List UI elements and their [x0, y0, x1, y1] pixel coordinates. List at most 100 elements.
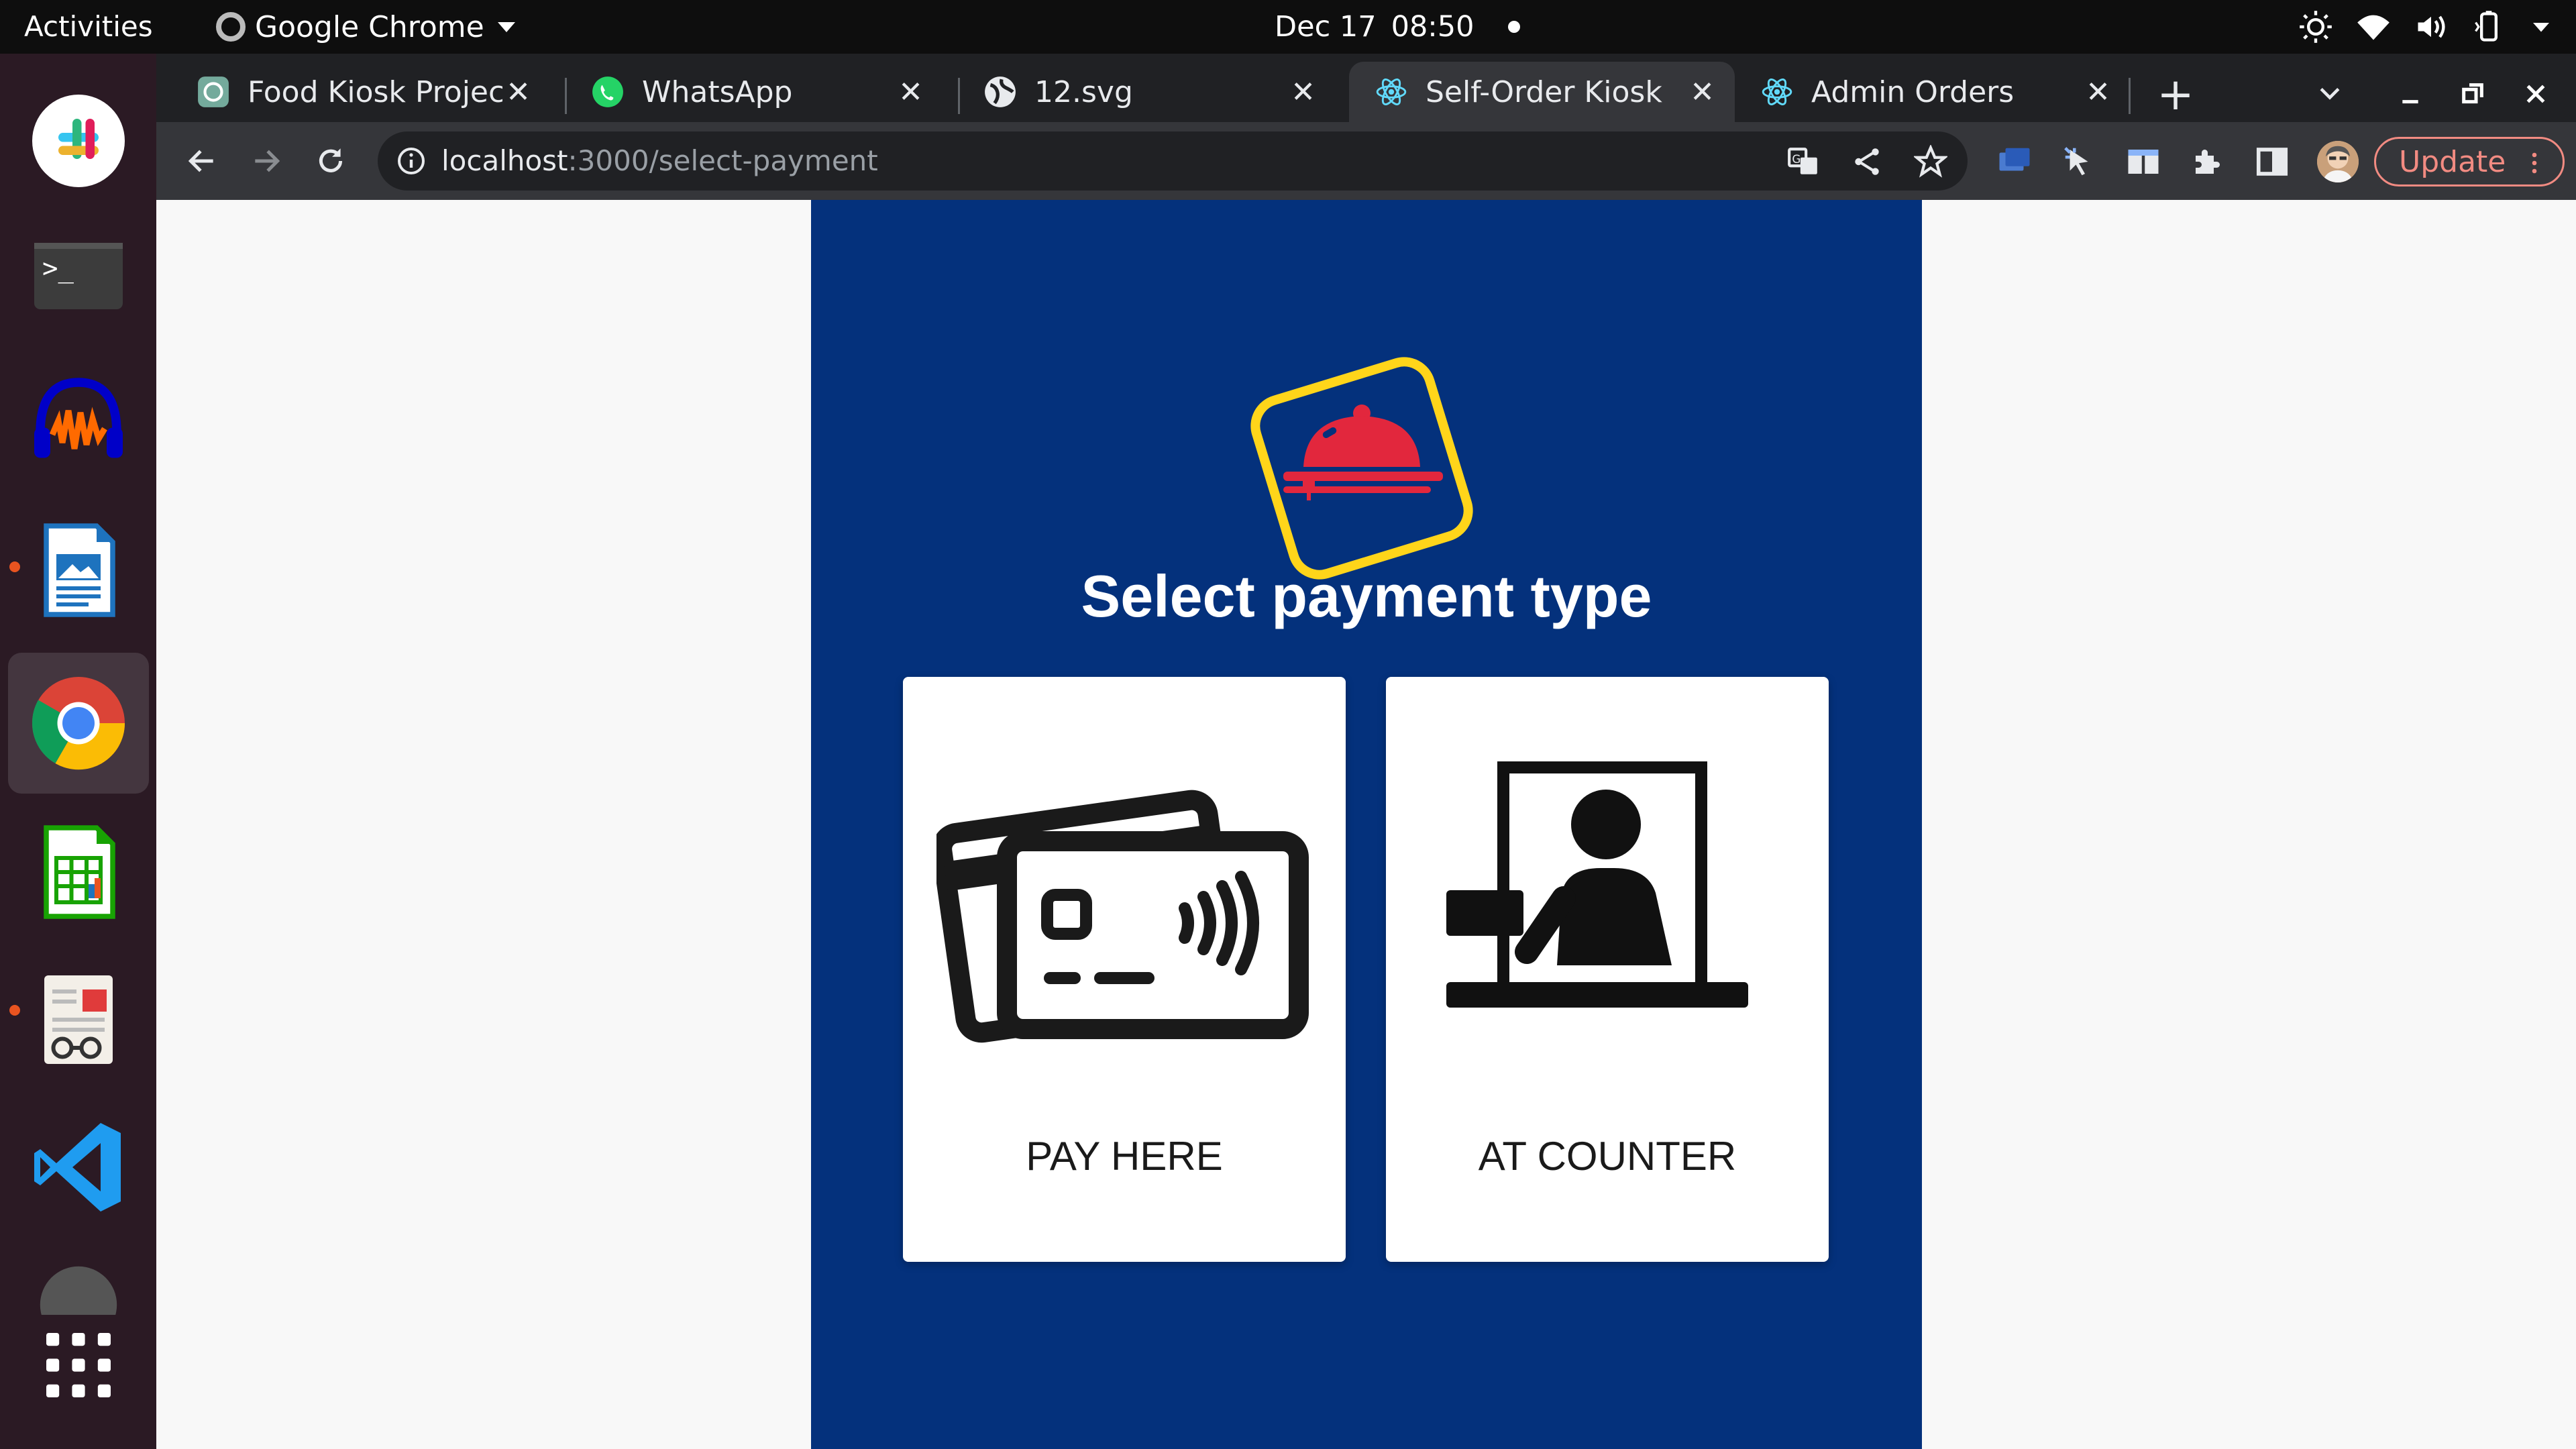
app-menu[interactable]: Google Chrome: [216, 0, 515, 54]
whatsapp-icon: [592, 76, 623, 107]
tab-title: Food Kiosk Project: [248, 74, 502, 109]
at-counter-label: AT COUNTER: [1478, 1134, 1737, 1179]
close-icon[interactable]: ✕: [898, 75, 923, 109]
tab-title: 12.svg: [1034, 74, 1133, 109]
vscode-icon: [34, 1123, 121, 1212]
extensions-puzzle-icon[interactable]: [2190, 144, 2226, 180]
restaurant-cloche-logo-icon: [1250, 357, 1473, 580]
close-window-button[interactable]: [2512, 67, 2559, 121]
new-tab-button[interactable]: +: [2149, 67, 2202, 121]
screen-cast-extension-icon[interactable]: [1996, 144, 2033, 180]
tab-admin-orders[interactable]: Admin Orders ✕: [1735, 62, 2131, 122]
at-counter-option[interactable]: AT COUNTER: [1386, 677, 1829, 1262]
tab-self-order-kiosk[interactable]: Self-Order Kiosk ✕: [1349, 62, 1735, 122]
dock-show-apps[interactable]: [8, 1295, 149, 1436]
tab-12-svg[interactable]: 12.svg ✕: [943, 62, 1336, 122]
react-icon: [1376, 78, 1407, 105]
profile-avatar-icon: [2317, 141, 2359, 182]
url-text[interactable]: localhost:3000/select-payment: [441, 131, 878, 191]
update-button-label: Update: [2399, 144, 2506, 179]
close-icon: [2526, 85, 2545, 103]
chevron-down-icon: [2320, 88, 2340, 100]
close-icon[interactable]: ✕: [1690, 75, 1715, 109]
dock-slack[interactable]: [8, 70, 149, 211]
audacity-icon: [34, 378, 123, 458]
chrome-toolbar: localhost:3000/select-payment G Update: [156, 122, 2576, 200]
chrome-icon: [32, 677, 125, 770]
page-viewport: Select payment type PAY HERE AT COUNTER: [156, 200, 2576, 1449]
chrome-tab-strip: Food Kiosk Project ✕ WhatsApp ✕ 12.svg ✕…: [156, 54, 2576, 122]
url-path: :3000/select-payment: [568, 144, 878, 177]
svg-text:>_: >_: [42, 254, 74, 284]
restore-icon: [2462, 83, 2483, 104]
address-bar[interactable]: localhost:3000/select-payment G: [378, 131, 1968, 191]
ubuntu-dock: >_: [0, 54, 156, 1449]
dock-vscode[interactable]: [8, 1097, 149, 1238]
close-icon[interactable]: ✕: [2086, 75, 2110, 109]
reload-icon: [319, 148, 343, 172]
dock-terminal[interactable]: >_: [8, 205, 149, 345]
kiosk-screen: Select payment type PAY HERE AT COUNTER: [811, 200, 1922, 1449]
dock-audacity[interactable]: [8, 352, 149, 493]
restore-button[interactable]: [2449, 67, 2496, 121]
back-button[interactable]: [178, 137, 226, 185]
libreoffice-calc-icon: [44, 825, 115, 919]
dock-chrome[interactable]: [8, 653, 149, 794]
battery-icon: [2475, 11, 2498, 42]
system-tray[interactable]: [2298, 0, 2553, 54]
bookmark-star-icon[interactable]: [1914, 145, 1947, 178]
chrome-app-icon: [216, 12, 246, 42]
translate-icon[interactable]: G: [1786, 145, 1820, 178]
reload-button[interactable]: [307, 137, 355, 185]
dock-document-viewer[interactable]: [8, 949, 149, 1090]
react-icon: [1762, 78, 1792, 105]
chatgpt-icon: [198, 76, 229, 107]
volume-icon: [2418, 15, 2445, 38]
cashier-counter-icon: [1446, 761, 1748, 1008]
clock-time: 08:50: [1391, 10, 1474, 44]
tab-title: Self-Order Kiosk: [1426, 74, 1662, 109]
document-viewer-icon: [44, 975, 113, 1064]
cursor-extension-icon[interactable]: [2061, 144, 2097, 180]
dock-libreoffice-calc[interactable]: [8, 802, 149, 943]
forward-button[interactable]: [242, 137, 290, 185]
share-icon[interactable]: [1850, 145, 1884, 178]
dock-libreoffice-writer[interactable]: [8, 500, 149, 641]
wifi-icon: [2357, 15, 2390, 40]
arrow-right-icon: [255, 150, 280, 172]
power-menu-caret-icon: [2533, 23, 2549, 32]
show-apps-icon: [46, 1333, 111, 1397]
activities-button[interactable]: Activities: [24, 0, 153, 54]
app-menu-label: Google Chrome: [255, 9, 484, 44]
menu-kebab-icon: [2532, 152, 2537, 174]
arrow-left-icon: [188, 150, 213, 172]
close-icon[interactable]: ✕: [506, 75, 531, 109]
pay-here-label: PAY HERE: [1026, 1134, 1223, 1179]
tab-title: WhatsApp: [642, 74, 793, 109]
update-button[interactable]: Update: [2374, 137, 2565, 186]
profile-avatar[interactable]: [2317, 141, 2359, 182]
terminal-icon: >_: [34, 243, 123, 309]
tab-food-kiosk-project[interactable]: Food Kiosk Project ✕: [156, 62, 551, 122]
clock[interactable]: Dec 17 08:50: [1275, 0, 1520, 54]
running-indicator: [9, 1005, 20, 1016]
side-panel-icon[interactable]: [2254, 144, 2290, 180]
tab-whatsapp[interactable]: WhatsApp ✕: [551, 62, 943, 122]
tab-title: Admin Orders: [1811, 74, 2015, 109]
slack-icon: [32, 95, 125, 187]
clock-date: Dec 17: [1275, 10, 1377, 44]
tab-search-button[interactable]: [2306, 67, 2353, 121]
pay-here-option[interactable]: PAY HERE: [903, 677, 1346, 1262]
info-icon: [398, 148, 425, 174]
minimize-button[interactable]: [2387, 67, 2434, 121]
chevron-down-icon: [497, 21, 515, 32]
svg-text:G: G: [1792, 153, 1801, 166]
url-host: localhost: [441, 144, 568, 177]
tab-separator: [2129, 78, 2131, 114]
page-title: Select payment type: [1081, 563, 1652, 629]
gnome-top-bar: Activities Google Chrome Dec 17 08:50: [0, 0, 2576, 54]
close-icon[interactable]: ✕: [1291, 75, 1316, 109]
libreoffice-writer-icon: [44, 523, 115, 617]
globe-icon: [985, 76, 1016, 107]
reading-mode-icon[interactable]: [2125, 144, 2161, 180]
